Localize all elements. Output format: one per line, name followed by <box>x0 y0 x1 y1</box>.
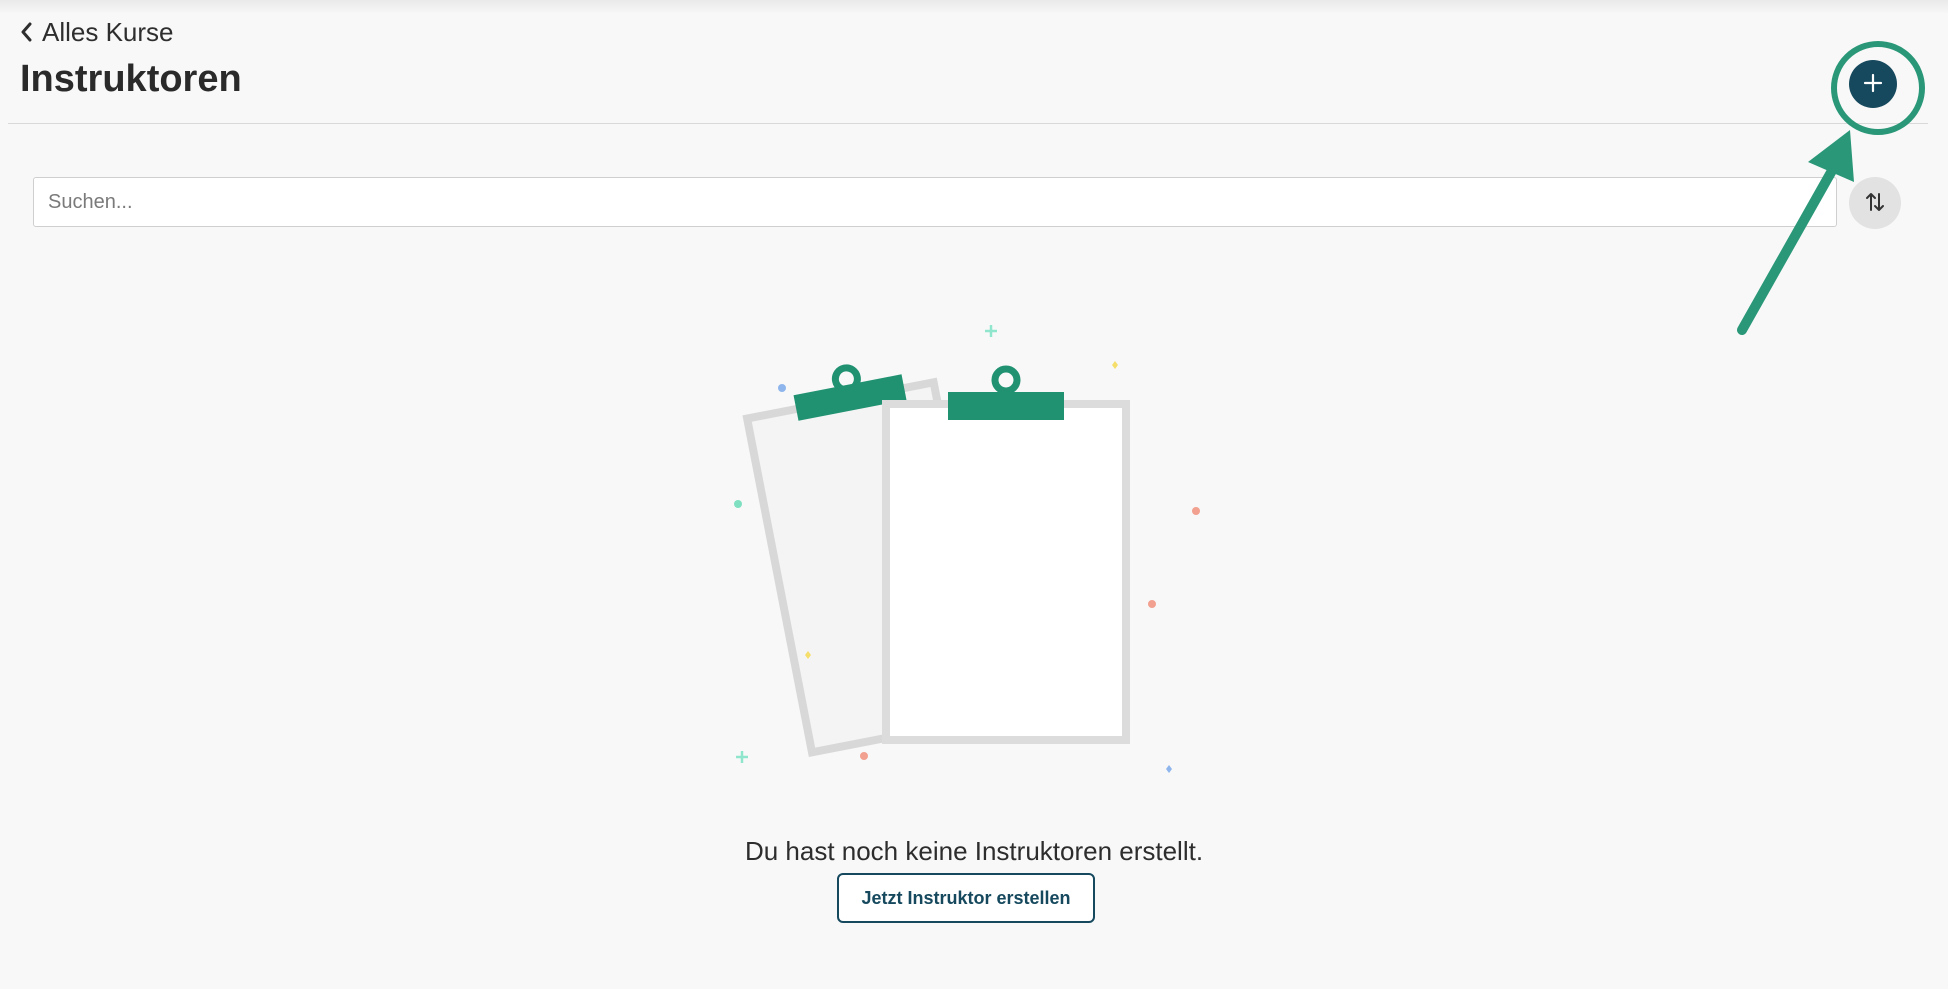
sort-button[interactable] <box>1849 177 1901 229</box>
sort-arrows-icon <box>1865 191 1885 216</box>
back-link-label: Alles Kurse <box>42 16 174 47</box>
chevron-left-icon <box>20 22 32 42</box>
annotation-arrow <box>1737 130 1854 335</box>
clipboard-illustration <box>734 325 1200 773</box>
empty-state-message: Du hast noch keine Instruktoren erstellt… <box>744 836 1204 866</box>
plus-icon <box>1862 72 1884 97</box>
add-instructor-button[interactable] <box>1849 60 1897 108</box>
create-instructor-button[interactable]: Jetzt Instruktor erstellen <box>837 873 1095 923</box>
top-shadow <box>0 0 1948 14</box>
header-divider <box>8 123 1928 124</box>
page-title: Instruktoren <box>20 58 242 100</box>
search-input[interactable] <box>33 177 1837 227</box>
back-link[interactable]: Alles Kurse <box>20 14 174 50</box>
